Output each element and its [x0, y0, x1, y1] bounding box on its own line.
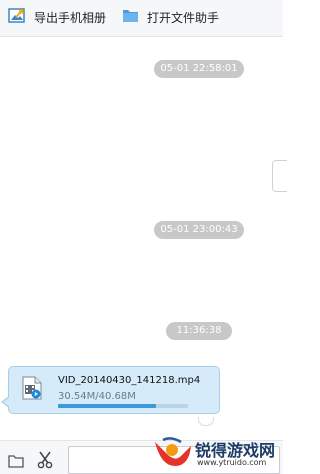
export-album-label: 导出手机相册: [34, 10, 107, 25]
open-file-assistant-button[interactable]: 打开文件助手: [122, 8, 219, 26]
bubble-tail-fill: [3, 397, 10, 407]
open-file-assistant-label: 打开文件助手: [147, 10, 220, 25]
side-panel-toggle[interactable]: [272, 160, 287, 192]
scissors-icon[interactable]: [37, 451, 53, 473]
download-progress-fill: [58, 404, 156, 408]
video-file-icon: [21, 376, 43, 404]
timestamp-1: 05-01 22:58:01: [154, 60, 244, 78]
folder-icon: [122, 8, 139, 26]
folder-outline-icon[interactable]: [8, 453, 24, 472]
file-name: VID_20140430_141218.mp4: [58, 375, 201, 386]
export-album-button[interactable]: 导出手机相册: [8, 7, 107, 27]
watermark-logo: 锐得游戏网 www.ytruido.com: [151, 436, 281, 472]
image-export-icon: [8, 7, 26, 27]
timestamp-2: 05-01 23:00:43: [154, 221, 244, 239]
watermark-url: www.ytruido.com: [197, 458, 267, 467]
download-progress-bar: [58, 404, 188, 408]
file-size-progress: 30.54M/40.68M: [58, 391, 136, 402]
top-toolbar: 导出手机相册 打开文件助手: [0, 0, 283, 37]
timestamp-3: 11:36:38: [166, 322, 232, 340]
message-status-indicator: [198, 417, 214, 426]
